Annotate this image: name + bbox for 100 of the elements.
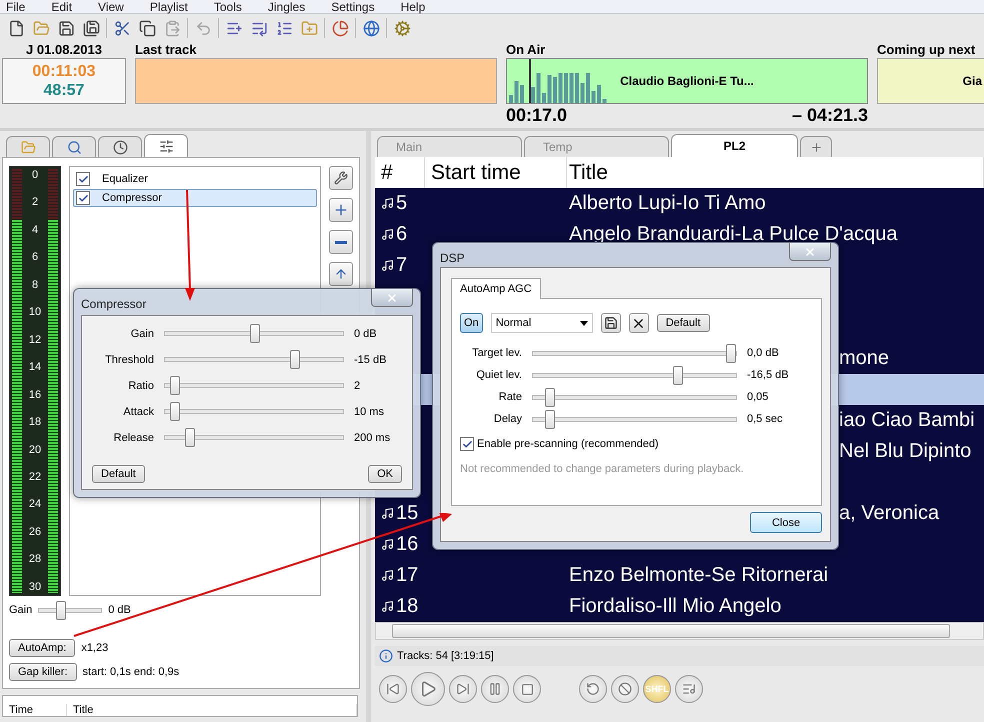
elapsed-time: 00:17.0	[506, 104, 568, 126]
slider-label: Ratio	[127, 380, 154, 392]
play-icon	[419, 680, 437, 698]
tools-button[interactable]	[329, 166, 353, 190]
play-button[interactable]	[411, 672, 445, 706]
track-count: Tracks: 54 [3:19:15]	[397, 650, 494, 662]
effect-item[interactable]: Compressor	[73, 189, 317, 207]
slider-thumb[interactable]	[170, 402, 180, 421]
track-title: Enzo Belmonte-Se Ritornerai	[569, 564, 828, 587]
column-header: Time	[3, 704, 67, 716]
globe-icon[interactable]	[361, 18, 381, 38]
slider-thumb[interactable]	[544, 410, 555, 428]
skip-back-icon	[386, 682, 400, 696]
wrench-icon	[334, 171, 348, 185]
autoamp-button[interactable]: AutoAmp:	[9, 639, 76, 657]
close-icon	[386, 292, 398, 304]
slider-reading: 0,05	[747, 391, 770, 403]
scale-label: 10	[28, 306, 42, 318]
next-button[interactable]	[449, 675, 477, 703]
checkbox[interactable]	[460, 437, 474, 451]
preset-dropdown[interactable]: Normal	[490, 313, 593, 333]
track-number: 5	[396, 192, 408, 215]
caret-icon	[580, 320, 588, 326]
slider-thumb[interactable]	[250, 324, 260, 343]
save-all-icon[interactable]	[81, 18, 101, 38]
playlist-tab[interactable]: PL2	[671, 134, 798, 157]
stop-icon	[520, 682, 534, 696]
menu-item[interactable]: Tools	[214, 1, 242, 13]
panel-tab[interactable]	[98, 136, 142, 157]
close-button[interactable]	[789, 243, 831, 261]
slider-thumb[interactable]	[185, 428, 196, 447]
menu-item[interactable]: File	[6, 1, 26, 13]
slider-label: Delay	[492, 413, 522, 425]
default-button[interactable]: Default	[92, 465, 145, 483]
slider-thumb[interactable]	[170, 376, 180, 395]
track-number: 7	[396, 254, 408, 277]
slider-thumb[interactable]	[56, 600, 66, 620]
close-icon	[804, 246, 816, 258]
dialog-tab[interactable]: AutoAmp AGC	[451, 278, 541, 299]
menu-item[interactable]: Help	[400, 1, 426, 13]
slider-thumb[interactable]	[726, 344, 736, 362]
gain-label: Gain	[9, 604, 32, 616]
panel-tab[interactable]	[52, 136, 96, 157]
checkbox[interactable]	[76, 172, 90, 186]
slider-thumb[interactable]	[544, 388, 555, 406]
slider-reading: 200 ms	[354, 432, 392, 444]
slider-thumb[interactable]	[290, 350, 300, 369]
remove-button[interactable]	[329, 230, 353, 254]
add-tab-button[interactable]	[800, 136, 832, 157]
gap-killer-button[interactable]: Gap killer:	[9, 663, 77, 681]
music-note-icon	[381, 600, 394, 613]
effect-item[interactable]: Equalizer	[73, 170, 317, 188]
panel-tab[interactable]	[144, 134, 188, 157]
on-toggle[interactable]: On	[460, 313, 483, 333]
close-button[interactable]: Close	[750, 512, 822, 533]
pie-chart-icon[interactable]	[330, 18, 350, 38]
gain-reading: 0 dB	[108, 604, 131, 616]
default-button[interactable]: Default	[656, 314, 710, 332]
stop-button[interactable]	[513, 675, 541, 703]
check-icon	[462, 438, 472, 450]
slider-label: Rate	[498, 391, 522, 403]
scale-label: 6	[32, 251, 38, 264]
previous-button[interactable]	[379, 675, 407, 703]
track-title: Alberto Lupi-Io Ti Amo	[569, 192, 766, 215]
close-button[interactable]	[371, 289, 413, 307]
delete-button[interactable]	[628, 313, 649, 333]
repeat-button[interactable]	[579, 675, 607, 703]
menu-item[interactable]: View	[98, 1, 124, 13]
slider-reading: 0,5 sec	[747, 413, 784, 425]
remaining-time: – 04:21.3	[792, 104, 868, 126]
save-button[interactable]	[600, 313, 621, 333]
music-note-icon	[381, 228, 394, 241]
slider-thumb[interactable]	[672, 366, 683, 384]
slider-label: Threshold	[104, 354, 154, 366]
menu-item[interactable]: Playlist	[150, 1, 188, 13]
track-number: 6	[396, 223, 408, 246]
scale-label: 8	[32, 278, 38, 291]
scale-label: 12	[28, 334, 42, 346]
menu-item[interactable]: Settings	[331, 1, 375, 13]
scale-label: 14	[28, 361, 42, 374]
slider-reading: 10 ms	[354, 406, 385, 418]
block-button[interactable]	[611, 675, 639, 703]
copy-icon[interactable]	[137, 18, 157, 38]
slider-label: Quiet lev.	[475, 369, 522, 381]
ok-button[interactable]: OK	[368, 465, 402, 483]
on-air-label: On Air	[506, 42, 546, 58]
playlist-button[interactable]	[675, 675, 703, 703]
last-track-label: Last track	[135, 42, 196, 58]
menu-item[interactable]: Edit	[51, 1, 72, 13]
pause-button[interactable]	[481, 675, 509, 703]
date-label: J 01.08.2013	[26, 42, 102, 58]
move-up-button[interactable]	[329, 262, 353, 286]
list-icon	[682, 682, 696, 696]
scrollbar-thumb[interactable]	[392, 624, 950, 638]
settings-icon[interactable]	[392, 18, 412, 38]
ban-icon	[618, 682, 632, 696]
scale-label: 22	[28, 470, 42, 483]
add-button[interactable]	[329, 198, 353, 222]
menu-item[interactable]: Jingles	[268, 1, 306, 13]
checkbox[interactable]	[76, 191, 90, 205]
